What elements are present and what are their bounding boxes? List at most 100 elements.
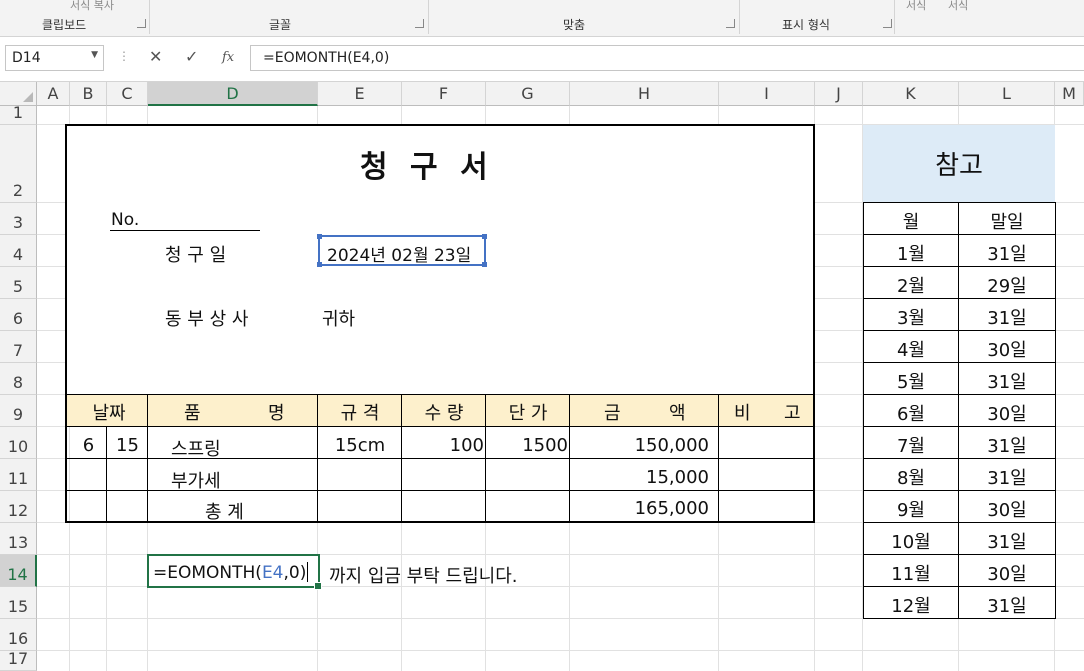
column-header-l[interactable]: L [959,82,1055,106]
formula-bar: D14 ▼ ⋮ ✕ ✓ fx =EOMONTH(E4,0) [0,37,1084,82]
reference-row-line [863,266,1056,267]
reference-lastday: 31일 [987,308,1027,329]
column-header-e[interactable]: E [318,82,402,106]
reference-col-lastday: 말일 [990,212,1024,233]
invoice-title: 청 구 서 [360,150,494,185]
line-qty: 100 [449,435,484,456]
row-header-17[interactable]: 17 [0,649,37,671]
formula-suffix: ,0) [283,563,307,583]
fill-handle[interactable] [314,582,322,590]
alignment-launcher-icon[interactable] [726,19,735,28]
vat-amount: 15,000 [646,467,709,488]
formula-ref: E4 [261,563,284,583]
row-header-13[interactable]: 13 [0,523,37,555]
ribbon-divider [894,0,895,34]
row-header-3[interactable]: 3 [0,203,37,235]
line-item: 스프링 [171,439,221,460]
row-header-10[interactable]: 10 [0,427,37,459]
reference-row-line [863,490,1056,491]
reference-month: 7월 [896,436,925,457]
invoice-border-right [813,124,815,523]
total-amount: 165,000 [634,498,709,519]
formula-prefix: =EOMONTH( [153,563,262,583]
header-note-b: 고 [784,403,801,424]
reference-row-line [863,298,1056,299]
column-header-m[interactable]: M [1055,82,1084,106]
row-header-11[interactable]: 11 [0,459,37,491]
reference-col-month: 월 [902,212,920,233]
row-header-4[interactable]: 4 [0,235,37,267]
ribbon-group-clipboard: 클립보드 [42,18,87,32]
reference-lastday: 30일 [987,404,1027,425]
reference-lastday: 31일 [987,436,1027,457]
ribbon-faded-style-2[interactable]: 서식 [948,0,968,13]
row-header-5[interactable]: 5 [0,267,37,299]
row-header-8[interactable]: 8 [0,363,37,395]
formula-buttons: ✕ ✓ fx [140,45,248,71]
ribbon: 서식 복사 서식 서식 클립보드 글꼴 맞춤 표시 형식 [0,0,1084,37]
column-header-h[interactable]: H [570,82,719,106]
chevron-down-icon[interactable]: ▼ [91,50,98,60]
reference-month: 10월 [891,532,931,553]
column-header-k[interactable]: K [863,82,959,106]
reference-lastday: 30일 [987,500,1027,521]
column-header-c[interactable]: C [107,82,148,106]
reference-month: 4월 [896,340,925,361]
column-header-f[interactable]: F [402,82,486,106]
ribbon-faded-format-painter[interactable]: 서식 복사 [70,0,114,13]
line-day: 15 [116,435,139,456]
number-launcher-icon[interactable] [883,19,892,28]
column-header-d[interactable]: D [148,82,318,106]
ribbon-faded-style-1[interactable]: 서식 [906,0,926,13]
row-header-1[interactable]: 1 [0,103,37,125]
cancel-icon[interactable]: ✕ [149,47,162,66]
enter-icon[interactable]: ✓ [185,47,198,66]
invoice-date-value: 2024년 02월 23일 [327,246,472,266]
row-header-14[interactable]: 14 [0,555,37,587]
reference-row-line [863,234,1056,235]
invoice-border-bottom [65,521,815,523]
reference-lastday: 31일 [987,244,1027,265]
column-header-b[interactable]: B [70,82,107,106]
row-header-9[interactable]: 9 [0,395,37,427]
column-header-j[interactable]: J [815,82,863,106]
reference-month: 11월 [891,564,931,585]
ribbon-divider [149,0,150,34]
ribbon-divider [739,0,740,34]
invoice-border-left [65,124,67,523]
formula-input[interactable]: =EOMONTH(E4,0) [250,45,1084,71]
clipboard-launcher-icon[interactable] [137,19,146,28]
name-box-value: D14 [12,50,41,66]
row-header-2[interactable]: 2 [0,125,37,203]
name-box[interactable]: D14 ▼ [5,45,104,71]
reference-row-line [863,330,1056,331]
cell-edit-formula[interactable]: =EOMONTH(E4,0) [153,563,306,583]
reference-month: 6월 [896,404,925,425]
reference-lastday: 31일 [987,532,1027,553]
header-unit: 단 가 [508,403,548,424]
reference-month: 3월 [896,308,925,329]
header-item-a: 품 [184,403,201,424]
reference-month: 1월 [896,244,925,265]
invoice-table-top [65,394,815,395]
row-header-15[interactable]: 15 [0,587,37,619]
row-header-16[interactable]: 16 [0,619,37,651]
invoice-no-label: No. [111,210,140,230]
row-header-6[interactable]: 6 [0,299,37,331]
row-header-7[interactable]: 7 [0,331,37,363]
header-item-b: 명 [268,403,285,424]
header-note-a: 비 [734,403,751,424]
reference-lastday: 31일 [987,372,1027,393]
column-header-g[interactable]: G [486,82,570,106]
font-launcher-icon[interactable] [415,19,424,28]
vat-label: 부가세 [171,471,221,492]
header-date: 날짜 [92,403,126,424]
invoice-honorific: 귀하 [322,309,356,330]
invoice-no-underline [110,230,260,231]
column-header-i[interactable]: I [719,82,815,106]
header-spec: 규 격 [340,403,380,424]
row-header-12[interactable]: 12 [0,491,37,523]
invoice-header-bottom [65,426,815,427]
insert-function-icon[interactable]: fx [222,50,234,65]
column-header-a[interactable]: A [37,82,70,106]
